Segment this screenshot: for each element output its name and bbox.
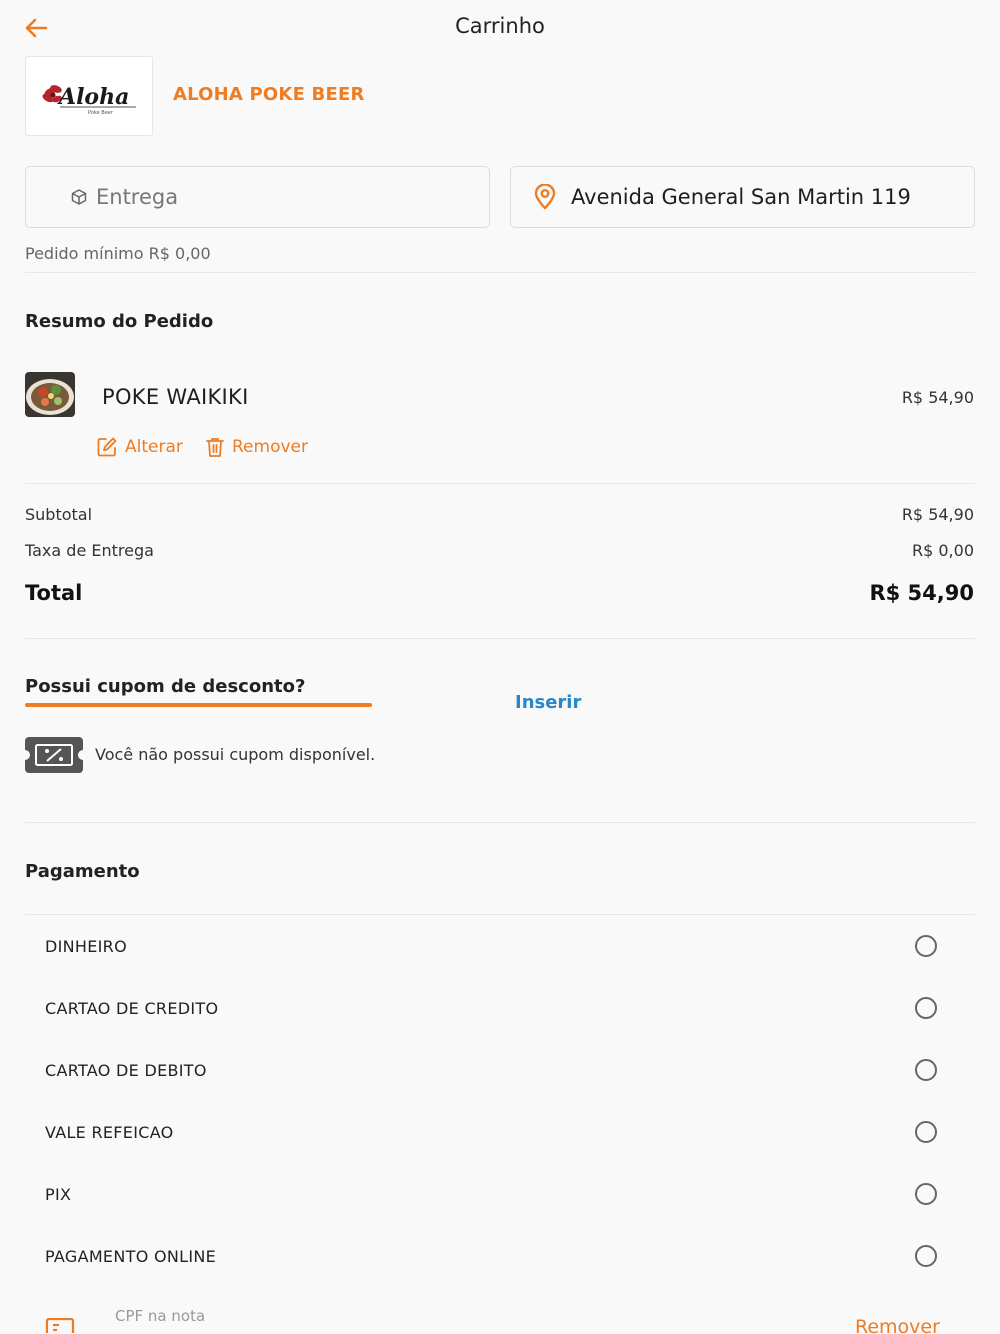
trash-icon [206,438,224,457]
payment-option-credit-card[interactable]: CARTAO DE CREDITO [25,977,975,1039]
payment-option-label: PIX [45,1184,72,1204]
edit-icon [97,437,117,457]
insert-coupon-button[interactable]: Inserir [515,692,581,713]
coupon-ticket-icon [25,737,83,773]
radio-button[interactable] [915,1183,937,1205]
edit-item-button[interactable]: Alterar [96,436,183,458]
divider [25,272,975,273]
store-logo: Aloha Poke Beer [25,56,153,136]
logo-wordmark: Aloha [57,84,129,110]
logo-subtext: Poke Beer [88,110,114,116]
subtotal-label: Subtotal [25,505,93,524]
remove-item-label: Remover [232,437,308,457]
payment-option-dinheiro[interactable]: DINHEIRO [25,915,975,977]
payment-option-pix[interactable]: PIX [25,1163,975,1225]
payment-title: Pagamento [25,861,140,882]
item-thumbnail [25,372,75,417]
coupon-title: Possui cupom de desconto? [25,676,306,697]
divider [25,822,975,823]
min-order-text: Pedido mínimo R$ 0,00 [25,244,211,263]
delivery-fee-value: R$ 0,00 [911,541,974,560]
delivery-mode-label: Entrega [96,185,179,209]
payment-option-debit-card[interactable]: CARTAO DE DEBITO [25,1039,975,1101]
address-label: Avenida General San Martin 119 [571,185,911,209]
receipt-icon [45,1317,75,1334]
page-title: Carrinho [455,14,545,38]
remove-item-button[interactable]: Remover [205,436,308,458]
cpf-label: CPF na nota [115,1307,206,1325]
radio-button[interactable] [915,1059,937,1081]
payment-option-meal-voucher[interactable]: VALE REFEICAO [25,1101,975,1163]
subtotal-value: R$ 54,90 [901,505,974,524]
radio-button[interactable] [915,1245,937,1267]
payment-option-online[interactable]: PAGAMENTO ONLINE [25,1225,975,1287]
radio-button[interactable] [915,997,937,1019]
total-label: Total [25,581,83,605]
item-price: R$ 54,90 [901,388,974,407]
total-value: R$ 54,90 [869,581,974,605]
package-icon [71,189,87,205]
edit-item-label: Alterar [125,437,183,457]
payment-option-label: PAGAMENTO ONLINE [45,1246,217,1266]
store-name: ALOHA POKE BEER [173,84,365,105]
payment-option-label: DINHEIRO [45,936,127,956]
radio-button[interactable] [915,935,937,957]
payment-option-label: VALE REFEICAO [45,1122,174,1142]
delivery-fee-label: Taxa de Entrega [25,541,154,560]
no-coupon-message: Você não possui cupom disponível. [95,745,376,764]
order-summary-title: Resumo do Pedido [25,311,214,332]
item-name: POKE WAIKIKI [102,385,249,409]
location-pin-icon [534,184,556,210]
payment-option-label: CARTAO DE DEBITO [45,1060,207,1080]
divider [25,638,975,639]
payment-option-label: CARTAO DE CREDITO [45,998,219,1018]
divider [25,483,975,484]
address-field[interactable]: Avenida General San Martin 119 [510,166,975,228]
cpf-remove-button[interactable]: Remover [855,1316,940,1334]
delivery-mode-field[interactable]: Entrega [25,166,490,228]
radio-button[interactable] [915,1121,937,1143]
coupon-tab-underline [25,703,372,707]
